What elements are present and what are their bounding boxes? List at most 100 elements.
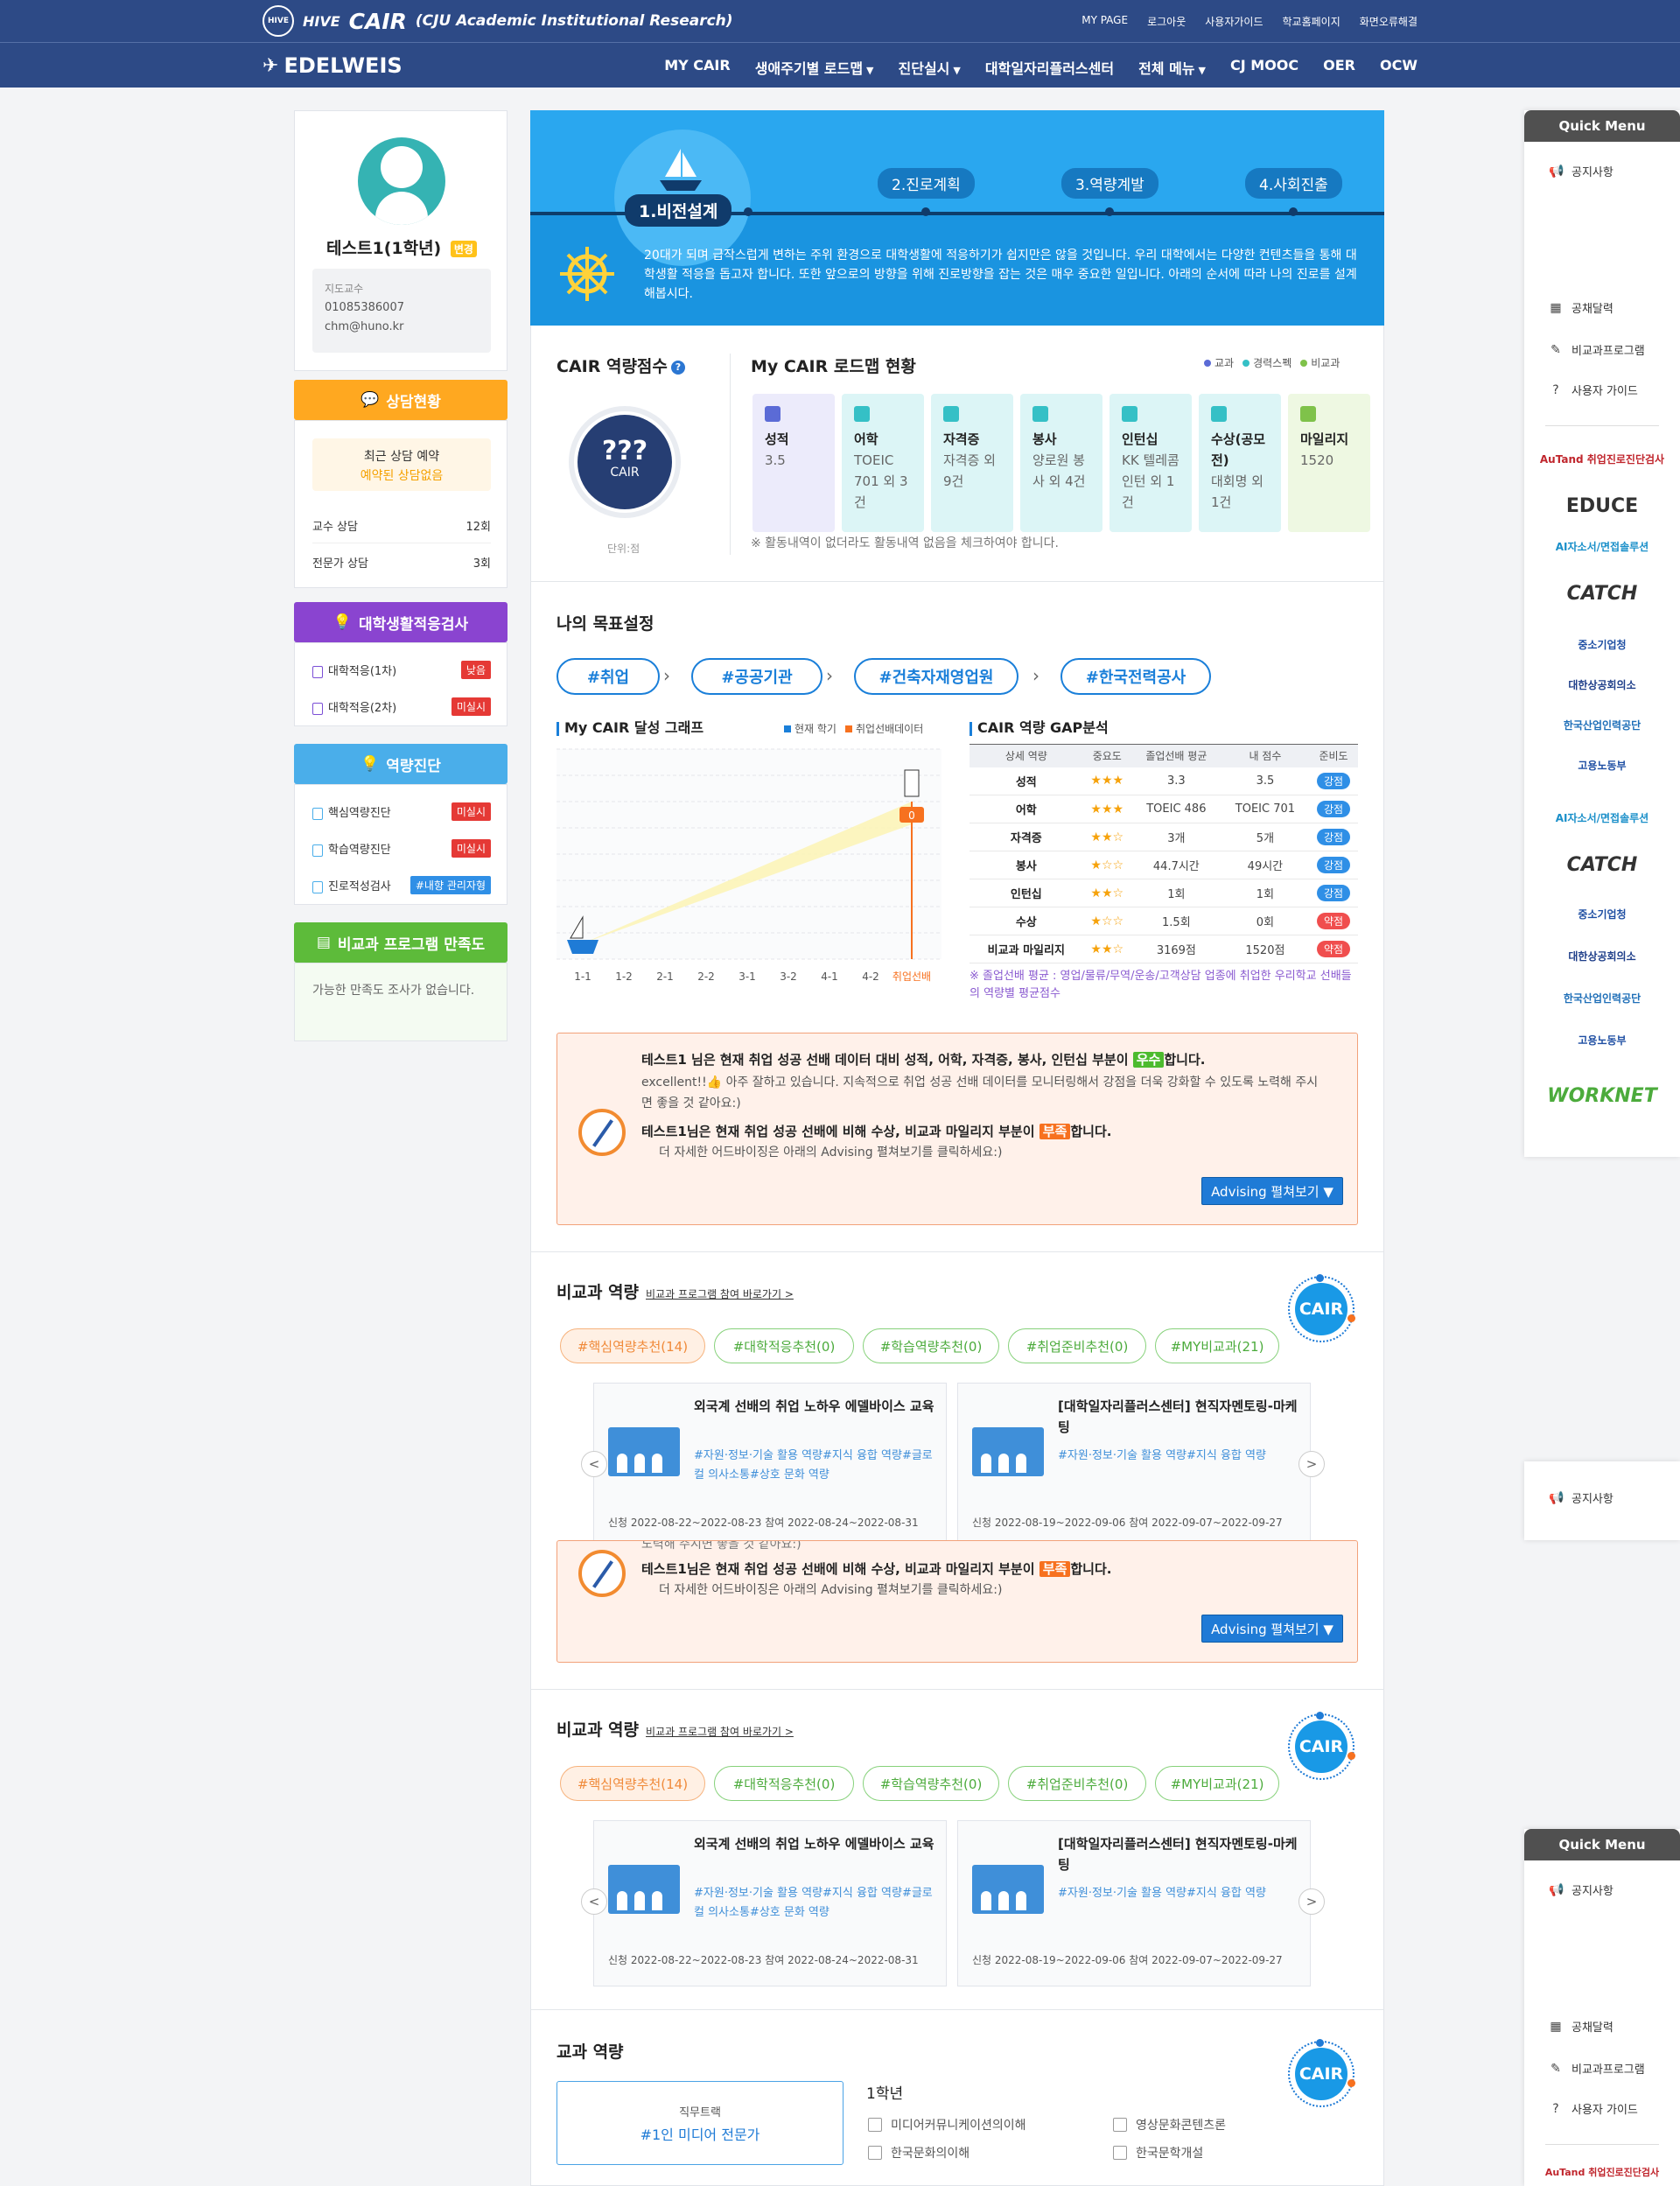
program-card[interactable]: 외국계 선배의 취업 노하우 에델바이스 교육 #자원·정보·기술 활용 역량#지… [593,1383,947,1549]
adapt-header[interactable]: 💡 대학생활적응검사 [294,602,508,642]
diag-row-core[interactable]: 핵심역량진단 미실시 [312,802,491,821]
consult-row-expert[interactable]: 전문가 상담 3회 [312,545,491,579]
partner-logo[interactable]: 중소기업청 [1524,907,1680,921]
recommend-chip[interactable]: #취업준비추천(0) [1008,1328,1146,1363]
roadmap-card[interactable]: 어학 TOEIC 701 외 3건 [842,394,924,532]
recommend-chip[interactable]: #학습역량추천(0) [863,1766,999,1801]
program-card[interactable]: [대학일자리플러스센터] 현직자멘토링-마케팅 #자원·정보·기술 활용 역량#지… [957,1383,1311,1549]
help-icon[interactable]: ? [670,360,685,375]
recommend-chip[interactable]: #핵심역량추천(14) [560,1766,705,1801]
step-competency[interactable]: 3.역량계발 [1061,168,1158,199]
quick-notice[interactable]: 📢 공지사항 [1549,1881,1614,1899]
nav-cj-mooc[interactable]: CJ MOOC [1230,57,1298,78]
diag-row-learning[interactable]: 학습역량진단 미실시 [312,839,491,858]
recommend-chip[interactable]: #핵심역량추천(14) [560,1328,705,1363]
goal-chip-job[interactable]: #취업 [556,658,660,695]
goal-chip-public[interactable]: #공공기관 [691,658,822,695]
consult-header[interactable]: 💬 상담현황 [294,380,508,420]
roadmap-card[interactable]: 자격증 자격증 외 9건 [931,394,1013,532]
roadmap-card[interactable]: 인턴십 KK 텔레콤 인턴 외 1건 [1110,394,1192,532]
job-track-box[interactable]: 직무트랙 #1인 미디어 전문가 [556,2081,844,2165]
step-career-plan[interactable]: 2.진로계획 [878,168,975,199]
program-card[interactable]: 외국계 선배의 취업 노하우 에델바이스 교육 #자원·정보·기술 활용 역량#지… [593,1820,947,1986]
goal-chip-job-title[interactable]: #건축자재영업원 [854,658,1018,695]
carousel-next-button[interactable]: > [1298,1888,1325,1915]
nav-diagnosis[interactable]: 진단실시 ▼ [899,57,961,78]
quick-calendar[interactable]: ▦ 공채달력 [1549,299,1613,317]
adapt-row-2[interactable]: 대학적응(2차) 미실시 [312,697,491,716]
recommend-chip[interactable]: #MY비교과(21) [1155,1766,1279,1801]
carousel-prev-button[interactable]: < [581,1888,607,1915]
link-mypage[interactable]: MY PAGE [1082,14,1128,29]
course-item[interactable]: 영상문화콘텐츠론 [1113,2116,1226,2133]
quick-extra-program[interactable]: ✎ 비교과프로그램 [1549,341,1645,359]
course-item[interactable]: 한국문화의이해 [868,2144,970,2161]
extra-link[interactable]: 비교과 프로그램 참여 바로가기 > [646,1288,794,1300]
advising-expand-button[interactable]: Advising 펼쳐보기 ▼ [1201,1615,1343,1643]
partner-logo[interactable]: CATCH [1524,583,1680,605]
quick-notice[interactable]: 📢 공지사항 [1549,163,1614,180]
consult-row-professor[interactable]: 교수 상담 12회 [312,508,491,543]
link-logout[interactable]: 로그아웃 [1147,14,1186,29]
recommend-chip[interactable]: #대학적응추천(0) [714,1766,854,1801]
quick-user-guide[interactable]: ? 사용자 가이드 [1549,382,1638,399]
course-item[interactable]: 한국문학개설 [1113,2144,1203,2161]
quick-user-guide[interactable]: ? 사용자 가이드 [1549,2100,1638,2118]
adapt-body: 대학적응(1차) 낮음 대학적응(2차) 미실시 [294,642,508,726]
nav-oer[interactable]: OER [1323,57,1355,78]
roadmap-card[interactable]: 수상(공모전) 대회명 외 1건 [1199,394,1281,532]
quick-extra-program[interactable]: ✎ 비교과프로그램 [1549,2060,1645,2077]
diag-row-career[interactable]: 진로적성검사 #내향 관리자형 [312,876,491,894]
partner-logo[interactable]: 대한상공회의소 [1524,949,1680,963]
edelweis-logo[interactable]: ✈ EDELWEIS [262,53,402,78]
change-profile-button[interactable]: 변경 [450,241,477,257]
quick-notice[interactable]: 📢 공지사항 [1549,1489,1614,1507]
recommend-chip[interactable]: #MY비교과(21) [1155,1328,1279,1363]
nav-lifecycle-roadmap[interactable]: 생애주기별 로드맵 ▼ [755,57,874,78]
link-school-home[interactable]: 학교홈페이지 [1283,14,1340,29]
nav-my-cair[interactable]: MY CAIR [664,57,730,78]
gap-header-competency: 상세 역량 [970,744,1083,767]
nav-ocw[interactable]: OCW [1380,57,1418,78]
partner-logo[interactable]: CATCH [1524,854,1680,876]
partner-logo[interactable]: AI자소서/면접솔루션 [1524,810,1680,825]
course-item[interactable]: 미디어커뮤니케이션의이해 [868,2116,1026,2133]
adapt-row-1[interactable]: 대학적응(1차) 낮음 [312,661,491,679]
roadmap-card[interactable]: 성적 3.5 [752,394,835,532]
partner-logo[interactable]: 고용노동부 [1524,1033,1680,1047]
roadmap-card[interactable]: 봉사 양로원 봉사 외 4건 [1020,394,1102,532]
partner-logo[interactable]: 대한상공회의소 [1524,677,1680,692]
cair-logo[interactable]: HIVE HIVE CAIR (CJU Academic Institution… [262,5,733,37]
link-screen-error[interactable]: 화면오류해결 [1360,14,1418,29]
carousel-prev-button[interactable]: < [581,1451,607,1477]
cair-score-ring[interactable]: ??? CAIR [569,406,681,518]
recommend-chip[interactable]: #대학적응추천(0) [714,1328,854,1363]
nav-job-center[interactable]: 대학일자리플러스센터 [985,57,1114,78]
recommend-chip[interactable]: #학습역량추천(0) [863,1328,999,1363]
nav-all-menu[interactable]: 전체 메뉴 ▼ [1138,57,1206,78]
step-vision[interactable]: 1.비전설계 [625,194,732,227]
recommend-chip[interactable]: #취업준비추천(0) [1008,1766,1146,1801]
program-card[interactable]: [대학일자리플러스센터] 현직자멘토링-마케팅 #자원·정보·기술 활용 역량#지… [957,1820,1311,1986]
link-user-guide[interactable]: 사용자가이드 [1205,14,1263,29]
partner-logo[interactable]: WORKNET [1524,1085,1680,1107]
partner-logo[interactable]: AI자소서/면접솔루션 [1524,539,1680,554]
partner-logo[interactable]: 한국산업인력공단 [1524,991,1680,1005]
roadmap-card[interactable]: 마일리지 1520 [1288,394,1370,532]
megaphone-icon: 📢 [1549,1490,1564,1505]
partner-logo[interactable]: 중소기업청 [1524,637,1680,652]
satisfaction-header[interactable]: ▤ 비교과 프로그램 만족도 [294,922,508,963]
partner-logo[interactable]: AuTand 취업진로진단검사 [1524,452,1680,466]
partner-logo[interactable]: 한국산업인력공단 [1524,718,1680,732]
extra-link[interactable]: 비교과 프로그램 참여 바로가기 > [646,1726,794,1738]
quick-calendar[interactable]: ▦ 공채달력 [1549,2018,1613,2035]
partner-logo[interactable]: 고용노동부 [1524,758,1680,773]
advising-expand-button[interactable]: Advising 펼쳐보기 ▼ [1201,1177,1343,1205]
logo-autand[interactable]: AuTand 취업진로진단검사 [1524,2165,1680,2179]
goal-chip-company[interactable]: #한국전력공사 [1060,658,1211,695]
gap-header-readiness: 준비도 [1309,744,1358,767]
diag-header[interactable]: 💡 역량진단 [294,744,508,784]
partner-logo[interactable]: EDUCE [1524,495,1680,517]
carousel-next-button[interactable]: > [1298,1451,1325,1477]
step-society[interactable]: 4.사회진출 [1245,168,1342,199]
